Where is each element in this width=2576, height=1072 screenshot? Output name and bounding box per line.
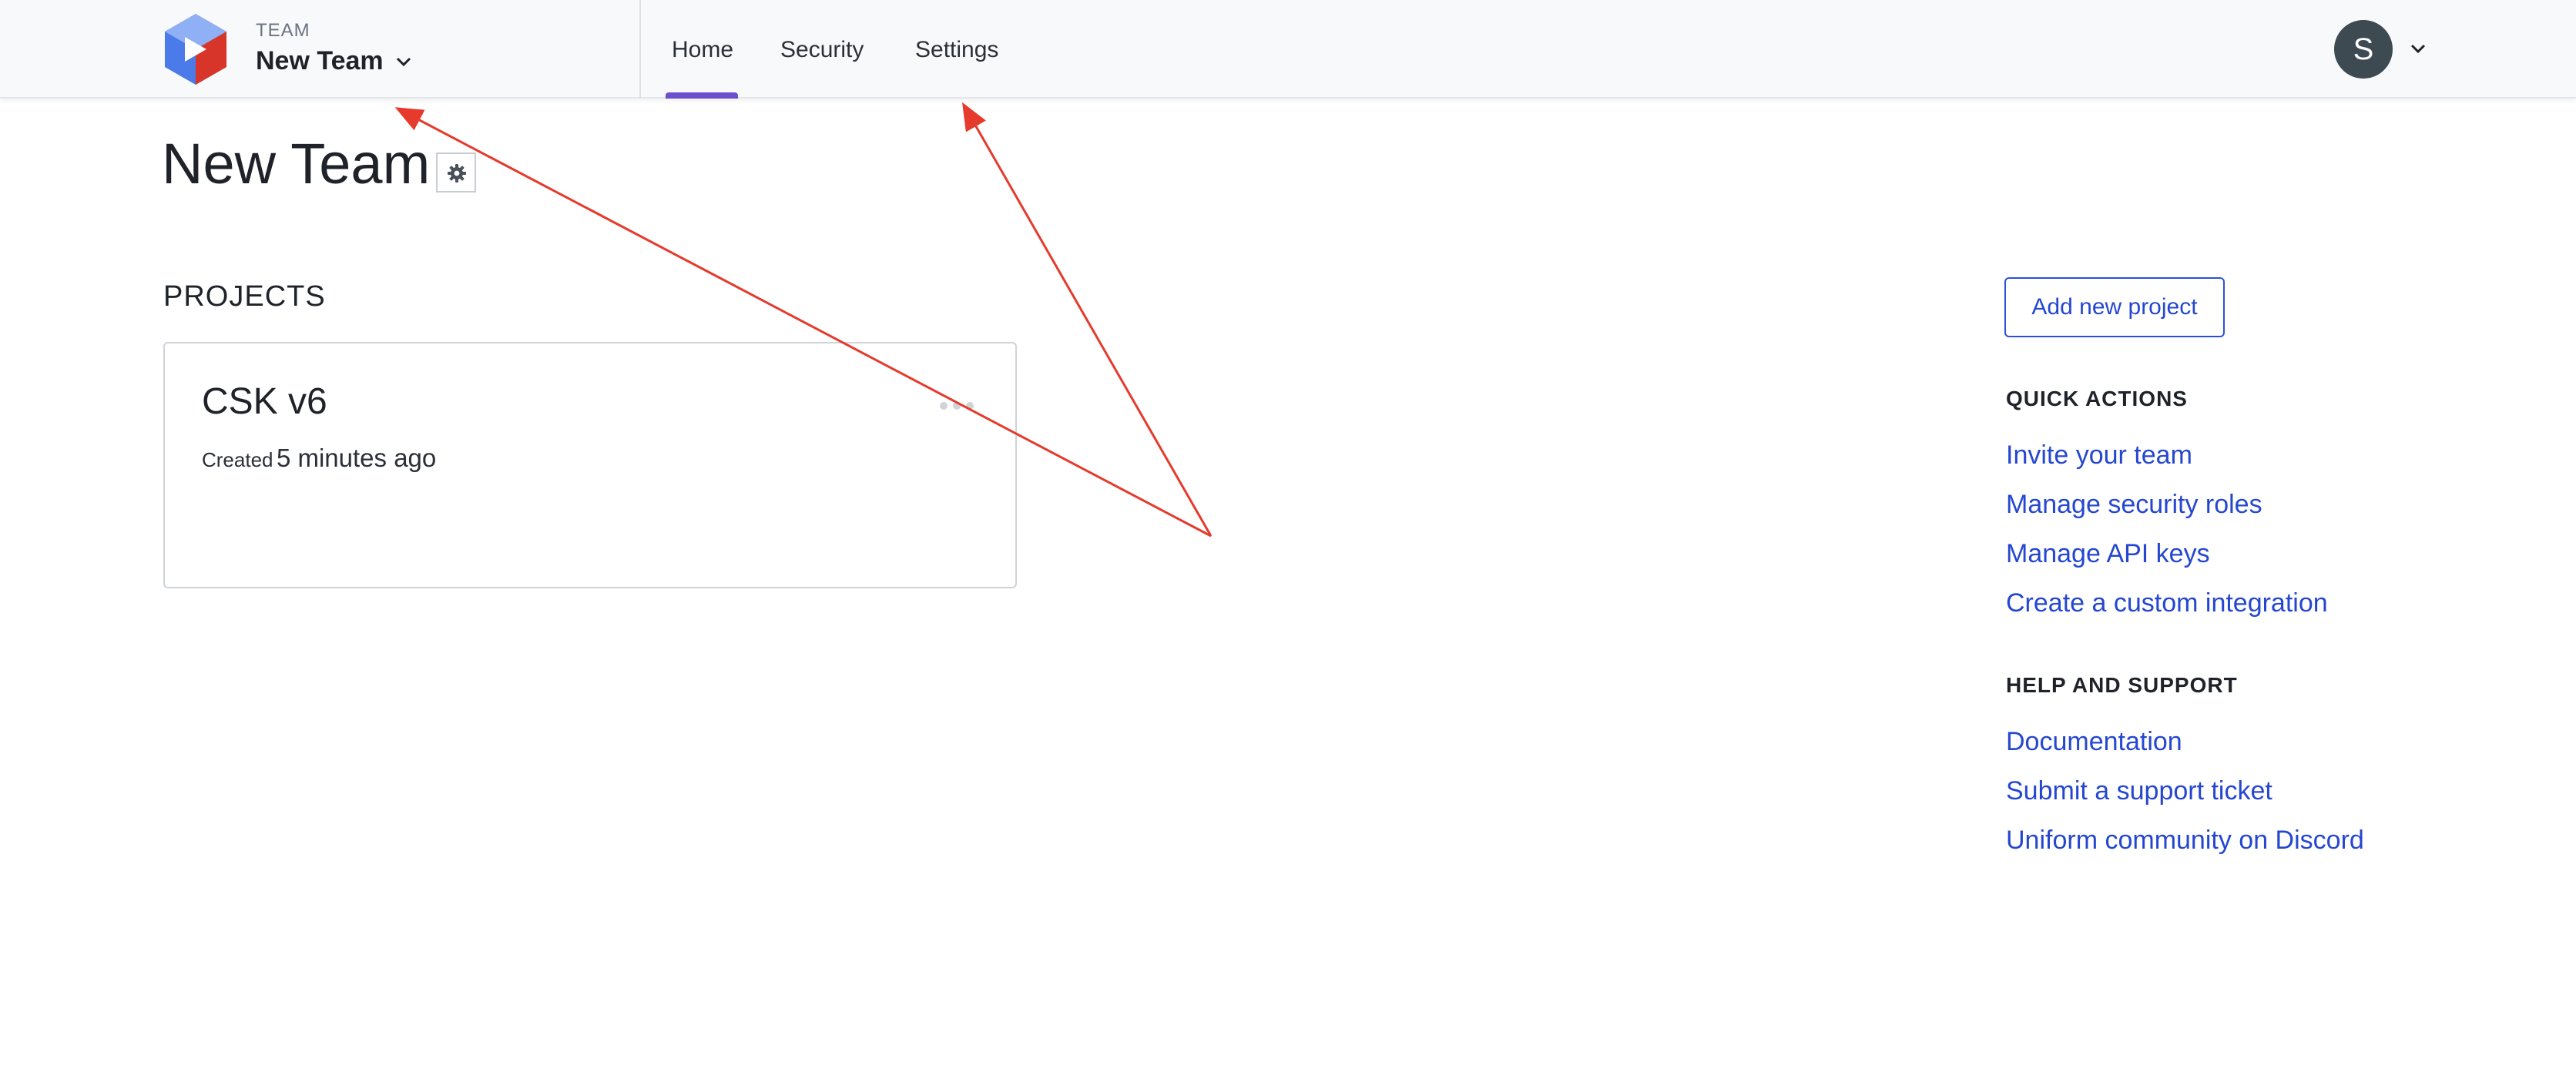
project-card[interactable]: CSK v6 Created 5 minutes ago — [163, 342, 1017, 588]
created-label: Created — [202, 448, 273, 471]
add-new-project-button[interactable]: Add new project — [2004, 277, 2225, 337]
header-divider — [639, 0, 641, 99]
created-value: 5 minutes ago — [276, 444, 437, 472]
project-created: Created 5 minutes ago — [202, 444, 436, 473]
active-tab-indicator — [666, 92, 738, 99]
tab-settings-label: Settings — [915, 37, 999, 62]
project-more-options-icon[interactable] — [937, 397, 977, 416]
documentation-link[interactable]: Documentation — [2006, 727, 2182, 757]
projects-heading: PROJECTS — [163, 280, 326, 313]
manage-api-keys-link[interactable]: Manage API keys — [2006, 539, 2210, 569]
invite-team-link[interactable]: Invite your team — [2006, 441, 2192, 471]
project-name: CSK v6 — [202, 381, 327, 422]
gear-icon — [448, 164, 466, 183]
team-switcher[interactable]: TEAM New Team — [254, 17, 431, 82]
team-caption: TEAM — [256, 20, 310, 41]
uniform-logo-icon[interactable] — [163, 14, 228, 85]
help-support-heading: HELP AND SUPPORT — [2006, 673, 2238, 697]
tab-home-label: Home — [672, 37, 734, 62]
quick-actions-heading: QUICK ACTIONS — [2006, 387, 2188, 410]
discord-community-link[interactable]: Uniform community on Discord — [2006, 826, 2364, 856]
manage-security-roles-link[interactable]: Manage security roles — [2006, 490, 2262, 520]
create-custom-integration-link[interactable]: Create a custom integration — [2006, 588, 2328, 618]
tab-security-label: Security — [780, 37, 864, 62]
chevron-down-icon — [396, 57, 411, 67]
team-name: New Team — [256, 46, 384, 75]
top-navigation-bar: TEAM New Team Home Security Settings S — [0, 0, 2576, 99]
submit-support-ticket-link[interactable]: Submit a support ticket — [2006, 776, 2272, 806]
user-menu-chevron-icon[interactable] — [2407, 37, 2430, 60]
page-title: New Team — [162, 132, 431, 196]
user-avatar[interactable]: S — [2334, 20, 2393, 79]
team-settings-button[interactable] — [436, 152, 476, 193]
